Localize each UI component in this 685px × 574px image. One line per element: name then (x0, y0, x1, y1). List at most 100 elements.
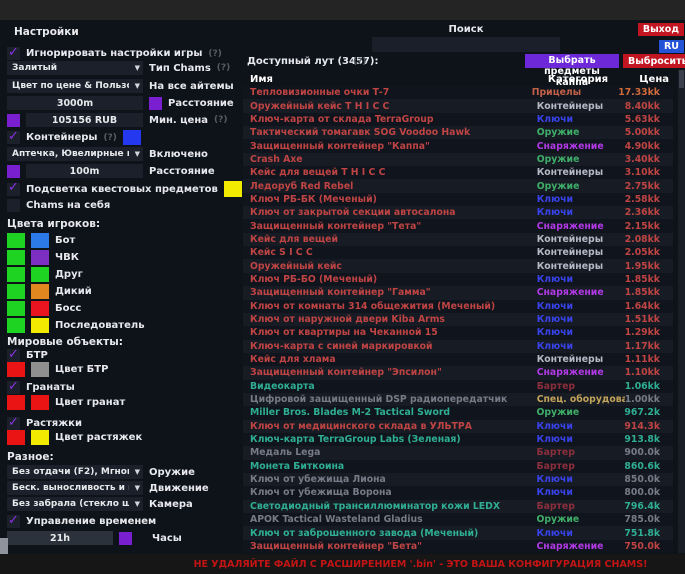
all-items-dropdown[interactable]: Цвет по цене & Пользователь▼ (7, 79, 143, 93)
table-row[interactable]: Защищенный контейнер "Бета"Снаряжение750… (243, 540, 673, 553)
containers-row[interactable]: ✓ Контейнеры (?) (7, 130, 141, 145)
hours-input[interactable]: 21h (7, 531, 113, 545)
table-row[interactable]: Цифровой защищенный DSP радиопередатчикС… (243, 393, 673, 406)
player-visible-color-swatch[interactable] (7, 284, 25, 299)
table-row[interactable]: Защищенный контейнер "Гамма"Снаряжение1.… (243, 286, 673, 299)
player-visible-color-swatch[interactable] (7, 318, 25, 333)
hours-color-swatch[interactable] (119, 532, 132, 545)
btr-checkbox[interactable]: ✓ (7, 349, 20, 362)
table-row[interactable]: Светодиодный трансиллюминатор кожи LEDXБ… (243, 500, 673, 513)
player-hidden-color-swatch[interactable] (31, 250, 49, 265)
table-row[interactable]: Ключ-карта TerraGroup Labs (Зеленая)Ключ… (243, 433, 673, 446)
grenades-row[interactable]: ✓ Гранаты (7, 381, 75, 394)
select-kappa-items-button[interactable]: Выбрать предметы каппа (525, 54, 619, 68)
quest-highlight-color-swatch[interactable] (224, 181, 242, 197)
help-icon[interactable]: (?) (103, 133, 116, 143)
containers-filter-dropdown[interactable]: Аптечка, Ювелирные и...▼ (7, 147, 143, 161)
table-row[interactable]: Оружейный кейсКонтейнеры1.95kk (243, 259, 673, 272)
table-row[interactable]: Ключ от заброшенного завода (Меченый)Клю… (243, 526, 673, 539)
min-price-input[interactable]: 105156 RUB (26, 113, 143, 127)
column-header-name[interactable]: Имя (243, 74, 548, 85)
table-row[interactable]: Crash AxeОружие3.40kk (243, 153, 673, 166)
btr-color-swatch-2[interactable] (31, 362, 49, 377)
table-row[interactable]: Защищенный контейнер "Эпсилон"Снаряжение… (243, 366, 673, 379)
table-row[interactable]: Ключ-карта от склада TerraGroupКлючи5.63… (243, 113, 673, 126)
btr-row[interactable]: ✓ БТР (7, 349, 48, 362)
chams-self-row[interactable]: ✓ Chams на себя (7, 199, 110, 212)
player-visible-color-swatch[interactable] (7, 233, 25, 248)
table-row[interactable]: Медаль LegaБартер900.0k (243, 446, 673, 459)
table-row[interactable]: Ключ от наружной двери Kiba ArmsКлючи1.5… (243, 313, 673, 326)
player-visible-color-swatch[interactable] (7, 267, 25, 282)
btr-color-swatch-1[interactable] (7, 362, 25, 377)
player-visible-color-swatch[interactable] (7, 250, 25, 265)
containers-distance-input[interactable]: 100m (26, 164, 143, 178)
player-hidden-color-swatch[interactable] (31, 284, 49, 299)
table-row[interactable]: ВидеокартаБартер1.06kk (243, 380, 673, 393)
min-price-color-swatch[interactable] (7, 114, 20, 127)
player-hidden-color-swatch[interactable] (31, 318, 49, 333)
quest-highlight-row[interactable]: ✓ Подсветка квестовых предметов (7, 181, 242, 197)
player-hidden-color-swatch[interactable] (31, 233, 49, 248)
table-row[interactable]: Тактический томагавк SOG Voodoo HawkОруж… (243, 126, 673, 139)
chams-type-dropdown[interactable]: Залитый▼ (7, 61, 143, 75)
config-warning-text: НЕ УДАЛЯЙТЕ ФАЙЛ С РАСШИРЕНИЕМ '.bin' - … (194, 559, 648, 570)
table-row[interactable]: Miller Bros. Blades M-2 Tactical SwordОр… (243, 406, 673, 419)
table-row[interactable]: APOK Tactical Wasteland GladiusОружие785… (243, 513, 673, 526)
weapon-dropdown[interactable]: Без отдачи (F2), Мгновенное п▼ (7, 465, 143, 479)
movement-dropdown[interactable]: Беск. выносливость и нет уста▼ (7, 481, 143, 495)
table-row[interactable]: Ледоруб Red RebelОружие2.75kk (243, 179, 673, 192)
ignore-game-settings-checkbox[interactable]: ✓ (7, 47, 20, 60)
chams-self-checkbox[interactable]: ✓ (7, 199, 20, 212)
table-row[interactable]: Защищенный контейнер "Каппа"Снаряжение4.… (243, 139, 673, 152)
table-row[interactable]: Оружейный кейс T H I C CКонтейнеры8.40kk (243, 99, 673, 112)
table-row[interactable]: Кейс для вещейКонтейнеры2.08kk (243, 233, 673, 246)
table-row[interactable]: Ключ от закрытой секции автосалонаКлючи2… (243, 206, 673, 219)
grenades-checkbox[interactable]: ✓ (7, 381, 20, 394)
tripwire-color-swatch-1[interactable] (7, 430, 25, 445)
time-control-row[interactable]: ✓ Управление временем (7, 515, 156, 528)
search-input[interactable] (372, 37, 560, 52)
distance-color-swatch[interactable] (149, 97, 162, 110)
containers-color-swatch[interactable] (123, 130, 141, 145)
discard-all-button[interactable]: Выбросить все (623, 54, 685, 68)
player-hidden-color-swatch[interactable] (31, 267, 49, 282)
table-row[interactable]: Тепловизионные очки Т-7Прицелы17.33kk (243, 86, 673, 99)
table-row[interactable]: Кейс для хламаКонтейнеры1.11kk (243, 353, 673, 366)
time-control-checkbox[interactable]: ✓ (7, 515, 20, 528)
table-row[interactable]: Ключ от убежища ЛионаКлючи850.0k (243, 473, 673, 486)
table-row[interactable]: Кейс S I C CКонтейнеры2.05kk (243, 246, 673, 259)
table-row[interactable]: Монета БиткоинаБартер860.6k (243, 460, 673, 473)
tripwires-checkbox[interactable]: ✓ (7, 417, 20, 430)
table-row[interactable]: Ключ от квартиры на Чеканной 15Ключи1.29… (243, 326, 673, 339)
camera-dropdown[interactable]: Без забрала (стекло шлема)▼ (7, 497, 143, 511)
loot-scrollbar-thumb[interactable] (679, 70, 684, 88)
table-row[interactable]: Защищенный контейнер "Тета"Снаряжение2.1… (243, 219, 673, 232)
distance-input[interactable]: 3000m (7, 96, 143, 110)
help-icon[interactable]: (?) (217, 63, 230, 73)
language-button[interactable]: RU (659, 40, 684, 53)
help-icon[interactable]: (?) (353, 57, 366, 67)
containers-checkbox[interactable]: ✓ (7, 131, 20, 144)
quest-highlight-checkbox[interactable]: ✓ (7, 183, 20, 196)
player-visible-color-swatch[interactable] (7, 301, 25, 316)
loot-scrollbar[interactable] (678, 70, 685, 553)
table-row[interactable]: Ключ-карта с синей маркировкойКлючи1.17k… (243, 340, 673, 353)
tripwire-color-swatch-2[interactable] (31, 430, 49, 445)
player-hidden-color-swatch[interactable] (31, 301, 49, 316)
help-icon[interactable]: (?) (208, 49, 221, 59)
grenade-color-swatch-1[interactable] (7, 395, 25, 410)
ignore-game-settings-row[interactable]: ✓ Игнорировать настройки игры (?) (7, 47, 222, 60)
table-row[interactable]: Ключ РБ-БО (Меченый)Ключи1.85kk (243, 273, 673, 286)
left-scrollbar-thumb[interactable] (0, 538, 8, 555)
exit-button[interactable]: Выход (638, 23, 684, 36)
help-icon[interactable]: (?) (214, 115, 227, 125)
table-row[interactable]: Кейс для вещей T H I C CКонтейнеры3.10kk (243, 166, 673, 179)
containers-distance-color-swatch[interactable] (7, 165, 20, 178)
tripwires-row[interactable]: ✓ Растяжки (7, 417, 82, 430)
table-row[interactable]: Ключ РБ-БК (Меченый)Ключи2.58kk (243, 193, 673, 206)
table-row[interactable]: Ключ от медицинского склада в УЛЬТРАКлюч… (243, 420, 673, 433)
table-row[interactable]: Ключ от убежища ВоронаКлючи800.0k (243, 486, 673, 499)
grenade-color-swatch-2[interactable] (31, 395, 49, 410)
table-row[interactable]: Ключ от комнаты 314 общежития (Меченый)К… (243, 300, 673, 313)
